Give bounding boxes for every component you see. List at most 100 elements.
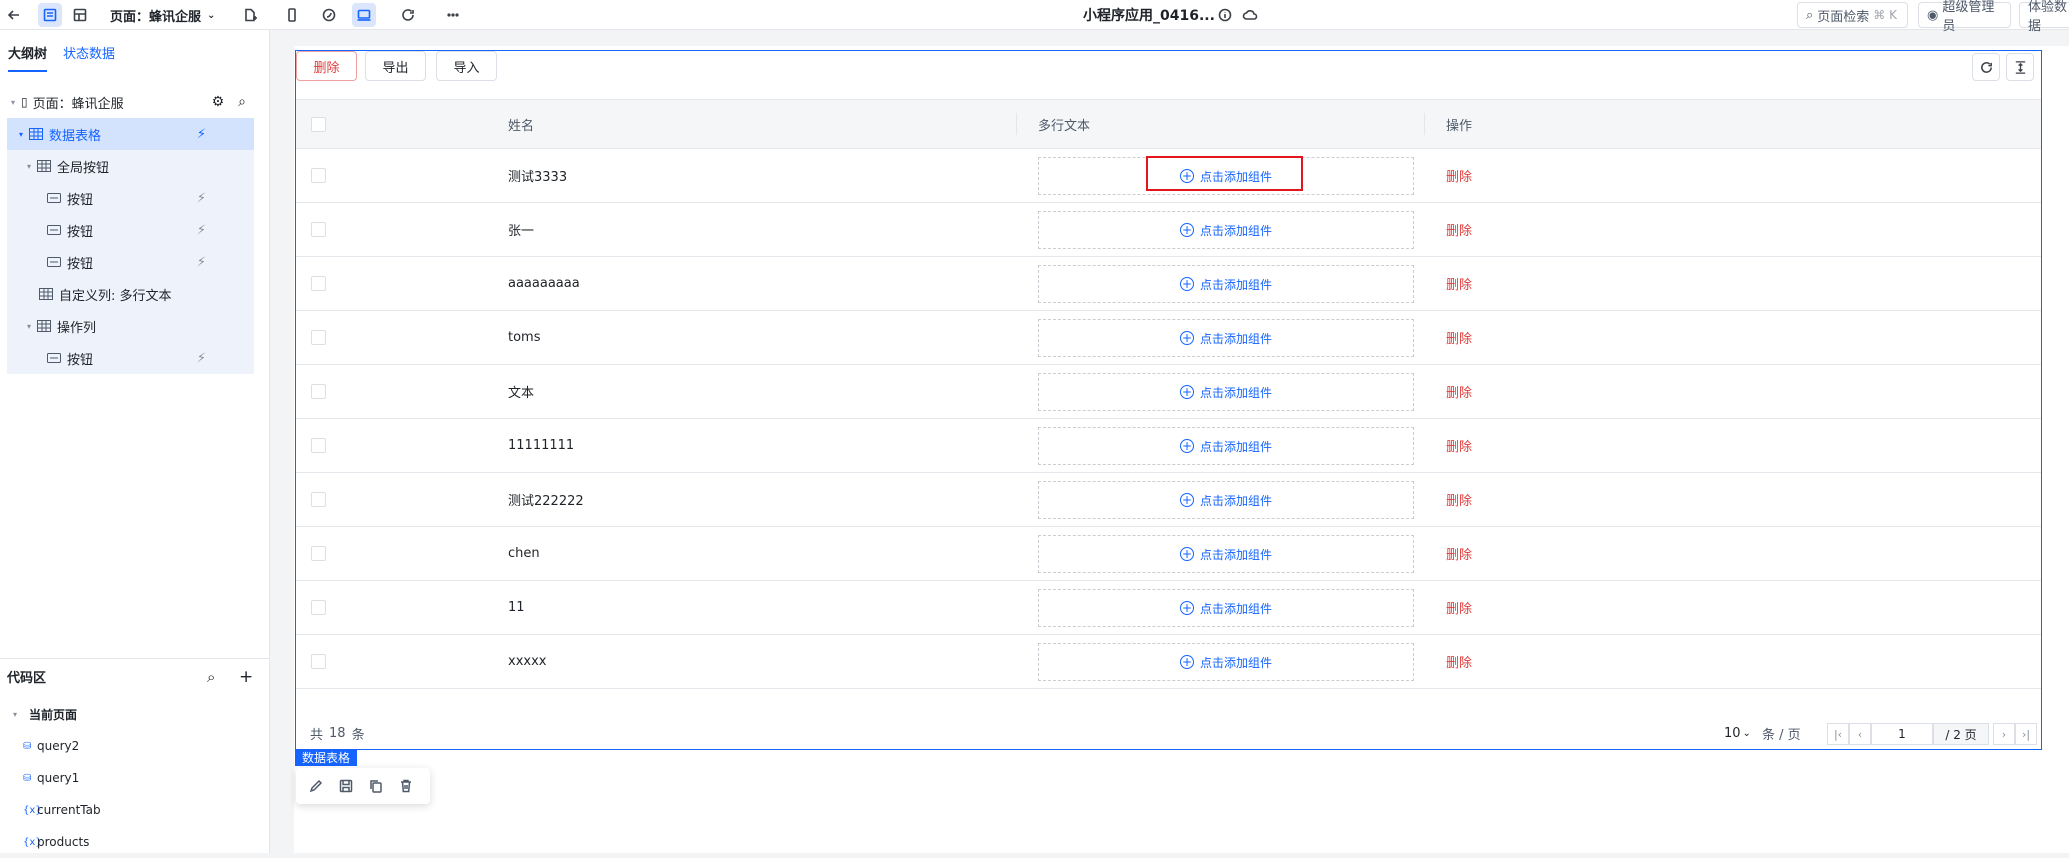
add-component-slot[interactable]: + 点击添加组件 bbox=[1038, 373, 1414, 411]
row-checkbox[interactable] bbox=[311, 276, 326, 291]
row-delete-link[interactable]: 删除 bbox=[1446, 203, 1472, 256]
save-icon[interactable] bbox=[338, 778, 354, 794]
table-row[interactable]: 11111111 + 点击添加组件 删除 bbox=[296, 419, 2041, 473]
variable-icon: {x} bbox=[23, 836, 42, 848]
current-page-input[interactable]: 1 bbox=[1871, 723, 1933, 745]
code-item-currenttab[interactable]: {x} currentTab bbox=[7, 794, 262, 826]
code-item-query2[interactable]: ⛁ query2 bbox=[7, 730, 262, 762]
code-item-products[interactable]: {x} products bbox=[7, 826, 262, 858]
event-bolt-icon[interactable]: ⚡ bbox=[197, 191, 206, 206]
settings-icon[interactable]: ⚙ bbox=[212, 94, 225, 110]
info-icon[interactable] bbox=[1213, 3, 1237, 27]
copy-icon[interactable] bbox=[368, 778, 384, 794]
row-delete-link[interactable]: 删除 bbox=[1446, 635, 1472, 688]
tree-item-data-table[interactable]: ▾ 数据表格 ⚡ bbox=[7, 118, 254, 150]
page-view-icon[interactable] bbox=[38, 3, 62, 27]
tab-outline-tree[interactable]: 大纲树 bbox=[8, 43, 48, 72]
row-delete-link[interactable]: 删除 bbox=[1446, 473, 1472, 526]
add-icon[interactable]: + bbox=[239, 667, 253, 687]
table-row[interactable]: chen + 点击添加组件 删除 bbox=[296, 527, 2041, 581]
row-delete-link[interactable]: 删除 bbox=[1446, 311, 1472, 364]
add-component-slot[interactable]: + 点击添加组件 bbox=[1038, 427, 1414, 465]
add-component-label: 点击添加组件 bbox=[1199, 547, 1272, 562]
row-checkbox[interactable] bbox=[311, 492, 326, 507]
page-size-select[interactable]: 10 ⌄ bbox=[1724, 715, 1751, 751]
refresh-icon[interactable] bbox=[1972, 53, 2000, 81]
table-row[interactable]: xxxxx + 点击添加组件 删除 bbox=[296, 635, 2041, 689]
refresh-icon[interactable] bbox=[396, 3, 420, 27]
table-row[interactable]: 11 + 点击添加组件 删除 bbox=[296, 581, 2041, 635]
row-delete-link[interactable]: 删除 bbox=[1446, 581, 1472, 634]
row-checkbox[interactable] bbox=[311, 168, 326, 183]
row-height-icon[interactable] bbox=[2006, 53, 2034, 81]
table-row[interactable]: 文本 + 点击添加组件 删除 bbox=[296, 365, 2041, 419]
row-checkbox[interactable] bbox=[311, 384, 326, 399]
add-component-slot[interactable]: + 点击添加组件 bbox=[1038, 535, 1414, 573]
page-selector[interactable]: 页面：蜂讯企服 ⌄ bbox=[110, 0, 215, 30]
next-page-icon[interactable]: › bbox=[1993, 723, 2015, 745]
layout-view-icon[interactable] bbox=[68, 3, 92, 27]
search-icon[interactable]: ⌕ bbox=[207, 668, 215, 686]
trial-data-button[interactable]: 体验数据 bbox=[2019, 0, 2069, 34]
delete-icon[interactable] bbox=[398, 778, 414, 794]
row-checkbox[interactable] bbox=[311, 546, 326, 561]
table-row[interactable]: aaaaaaaaa + 点击添加组件 删除 bbox=[296, 257, 2041, 311]
add-component-slot[interactable]: + 点击添加组件 bbox=[1038, 589, 1414, 627]
import-button[interactable]: 导入 bbox=[436, 51, 497, 81]
more-icon[interactable] bbox=[441, 3, 465, 27]
tree-item-page[interactable]: ▾ ▯ 页面：蜂讯企服 ⚙ ⌕ bbox=[7, 86, 254, 118]
event-bolt-icon[interactable]: ⚡ bbox=[197, 223, 206, 238]
back-arrow-icon[interactable] bbox=[2, 3, 26, 27]
table-row[interactable]: 测试222222 + 点击添加组件 删除 bbox=[296, 473, 2041, 527]
first-page-icon[interactable]: |‹ bbox=[1827, 723, 1849, 745]
current-page-group[interactable]: ▾ 当前页面 bbox=[7, 698, 262, 730]
new-page-icon[interactable] bbox=[238, 3, 262, 27]
search-icon[interactable]: ⌕ bbox=[238, 94, 246, 110]
last-page-icon[interactable]: ›| bbox=[2015, 723, 2037, 745]
row-delete-link[interactable]: 删除 bbox=[1446, 149, 1472, 202]
add-component-slot[interactable]: + 点击添加组件 bbox=[1038, 211, 1414, 249]
row-checkbox[interactable] bbox=[311, 600, 326, 615]
add-component-slot[interactable]: + 点击添加组件 bbox=[1038, 481, 1414, 519]
row-checkbox[interactable] bbox=[311, 438, 326, 453]
row-checkbox[interactable] bbox=[311, 330, 326, 345]
tab-state-data[interactable]: 状态数据 bbox=[63, 43, 115, 72]
mobile-preview-icon[interactable] bbox=[280, 3, 304, 27]
event-bolt-icon[interactable]: ⚡ bbox=[197, 351, 206, 366]
desktop-preview-icon[interactable] bbox=[352, 3, 376, 27]
column-header-multiline-text[interactable]: 多行文本 bbox=[1038, 100, 1090, 148]
edit-icon[interactable] bbox=[308, 778, 324, 794]
mini-program-icon[interactable] bbox=[317, 3, 341, 27]
delete-button[interactable]: 删除 bbox=[296, 51, 357, 81]
prev-page-icon[interactable]: ‹ bbox=[1849, 723, 1871, 745]
row-delete-link[interactable]: 删除 bbox=[1446, 365, 1472, 418]
row-checkbox[interactable] bbox=[311, 222, 326, 237]
event-bolt-icon[interactable]: ⚡ bbox=[197, 255, 206, 270]
table-row[interactable]: 张一 + 点击添加组件 删除 bbox=[296, 203, 2041, 257]
select-all-checkbox[interactable] bbox=[311, 117, 326, 132]
cloud-sync-icon[interactable] bbox=[1238, 3, 1262, 27]
row-delete-link[interactable]: 删除 bbox=[1446, 257, 1472, 310]
tree-item-button[interactable]: 按钮 ⚡ bbox=[7, 246, 254, 278]
page-search-button[interactable]: ⌕ 页面检索 ⌘ K bbox=[1797, 2, 1908, 28]
tree-item-custom-column[interactable]: 自定义列: 多行文本 bbox=[7, 278, 254, 310]
tree-item-button[interactable]: 按钮 ⚡ bbox=[7, 182, 254, 214]
add-component-slot[interactable]: + 点击添加组件 bbox=[1038, 265, 1414, 303]
column-header-name[interactable]: 姓名 bbox=[508, 100, 534, 148]
user-menu-button[interactable]: ◉ 超级管理员 bbox=[1918, 0, 2011, 34]
export-button[interactable]: 导出 bbox=[365, 51, 426, 81]
code-item-query1[interactable]: ⛁ query1 bbox=[7, 762, 262, 794]
row-checkbox[interactable] bbox=[311, 654, 326, 669]
tree-item-button[interactable]: 按钮 ⚡ bbox=[7, 214, 254, 246]
table-row[interactable]: toms + 点击添加组件 删除 bbox=[296, 311, 2041, 365]
add-component-slot[interactable]: + 点击添加组件 bbox=[1038, 643, 1414, 681]
row-delete-link[interactable]: 删除 bbox=[1446, 527, 1472, 580]
tree-item-global-buttons[interactable]: ▾ 全局按钮 bbox=[7, 150, 254, 182]
column-header-actions[interactable]: 操作 bbox=[1446, 100, 1472, 148]
data-table[interactable]: 删除 导出 导入 姓名 多行文本 操作 测试3333 + 点击添加组件 删除 张一 + 点击… bbox=[295, 50, 2042, 750]
add-component-slot[interactable]: + 点击添加组件 bbox=[1038, 319, 1414, 357]
tree-item-button[interactable]: 按钮 ⚡ bbox=[7, 342, 254, 374]
tree-item-action-column[interactable]: ▾ 操作列 bbox=[7, 310, 254, 342]
event-bolt-icon[interactable]: ⚡ bbox=[197, 127, 206, 142]
row-delete-link[interactable]: 删除 bbox=[1446, 419, 1472, 472]
